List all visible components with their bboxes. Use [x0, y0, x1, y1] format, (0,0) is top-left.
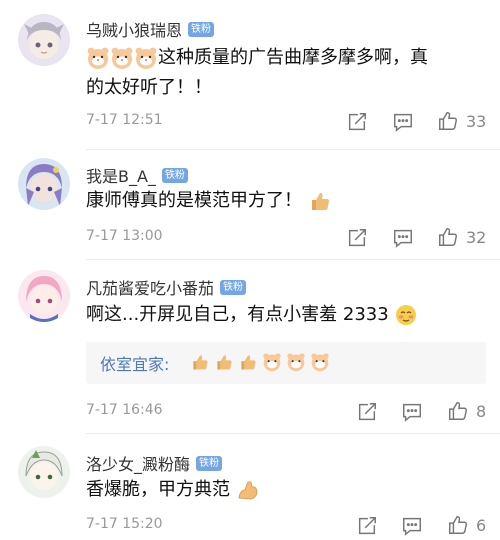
thumbs-up-emoji-icon — [190, 352, 210, 372]
hamster-emoji-icon — [262, 352, 282, 372]
timestamp: 7-17 16:46 — [86, 402, 163, 418]
like-count: 6 — [476, 516, 487, 535]
repost-icon[interactable] — [346, 227, 370, 251]
like-count: 33 — [466, 112, 487, 131]
comment-text-content: 香爆脆，甲方典范 — [86, 479, 230, 500]
reply-preview[interactable]: 依室宜家: — [86, 342, 486, 384]
username[interactable]: 乌贼小狼瑞恩 — [86, 17, 182, 41]
comment-icon[interactable] — [392, 227, 416, 251]
avatar[interactable] — [18, 270, 70, 322]
comment-text-line2: 的太好听了！！ — [86, 77, 212, 98]
comment-item: 我是B_A_ 铁粉 康师傅真的是模范甲方了！ 7-17 13:00 32 — [0, 150, 500, 260]
fan-badge: 铁粉 — [220, 279, 247, 295]
comment-icon[interactable] — [401, 401, 425, 425]
avatar[interactable] — [18, 446, 70, 498]
comment-icon[interactable] — [401, 515, 425, 539]
comment-item: 凡茄酱爱吃小番茄 铁粉 啊这...开屏见自己，有点小害羞 2333 依室宜家: … — [0, 260, 500, 434]
timestamp: 7-17 13:00 — [86, 228, 163, 244]
comment-text-content: 啊这...开屏见自己，有点小害羞 2333 — [86, 304, 389, 325]
like-icon[interactable] — [437, 226, 461, 250]
comment-text: 啊这...开屏见自己，有点小害羞 2333 — [86, 300, 466, 330]
hamster-emoji-icon — [134, 46, 158, 70]
thumbs-up-emoji-icon — [308, 189, 332, 213]
like-count: 8 — [476, 402, 487, 421]
username[interactable]: 洛少女_澱粉酶 — [86, 451, 190, 475]
fan-badge: 铁粉 — [196, 455, 223, 471]
reply-username[interactable]: 依室宜家: — [100, 351, 169, 375]
comment-text-line1: 这种质量的广告曲摩多摩多啊，真 — [158, 47, 428, 68]
comment-text: 香爆脆，甲方典范 — [86, 475, 466, 505]
hamster-emoji-icon — [286, 352, 306, 372]
repost-icon[interactable] — [356, 401, 380, 425]
repost-icon[interactable] — [356, 515, 380, 539]
avatar[interactable] — [18, 158, 70, 210]
timestamp: 7-17 12:51 — [86, 112, 163, 128]
flexed-arm-emoji-icon — [236, 478, 260, 502]
username[interactable]: 我是B_A_ — [86, 163, 156, 187]
thumbs-up-emoji-icon — [238, 352, 258, 372]
comment-text-content: 康师傅真的是模范甲方了！ — [86, 190, 302, 211]
comment-item: 乌贼小狼瑞恩 铁粉 这种质量的广告曲摩多摩多啊，真 的太好听了！！ 7-17 1… — [0, 0, 500, 150]
fan-badge: 铁粉 — [161, 167, 188, 183]
like-icon[interactable] — [437, 110, 461, 134]
repost-icon[interactable] — [346, 111, 370, 135]
hamster-emoji-icon — [310, 352, 330, 372]
comment-icon[interactable] — [392, 111, 416, 135]
fan-badge: 铁粉 — [188, 21, 215, 37]
shy-face-emoji-icon — [394, 303, 418, 327]
comment-text: 康师傅真的是模范甲方了！ — [86, 186, 466, 216]
like-icon[interactable] — [447, 400, 471, 424]
hamster-emoji-icon — [86, 46, 110, 70]
username[interactable]: 凡茄酱爱吃小番茄 — [86, 275, 214, 299]
like-icon[interactable] — [447, 514, 471, 538]
comment-item: 洛少女_澱粉酶 铁粉 香爆脆，甲方典范 7-17 15:20 6 — [0, 434, 500, 540]
comment-text: 这种质量的广告曲摩多摩多啊，真 的太好听了！！ — [86, 43, 466, 103]
hamster-emoji-icon — [110, 46, 134, 70]
avatar[interactable] — [18, 14, 70, 66]
timestamp: 7-17 15:20 — [86, 516, 163, 532]
like-count: 32 — [466, 228, 487, 247]
thumbs-up-emoji-icon — [214, 352, 234, 372]
